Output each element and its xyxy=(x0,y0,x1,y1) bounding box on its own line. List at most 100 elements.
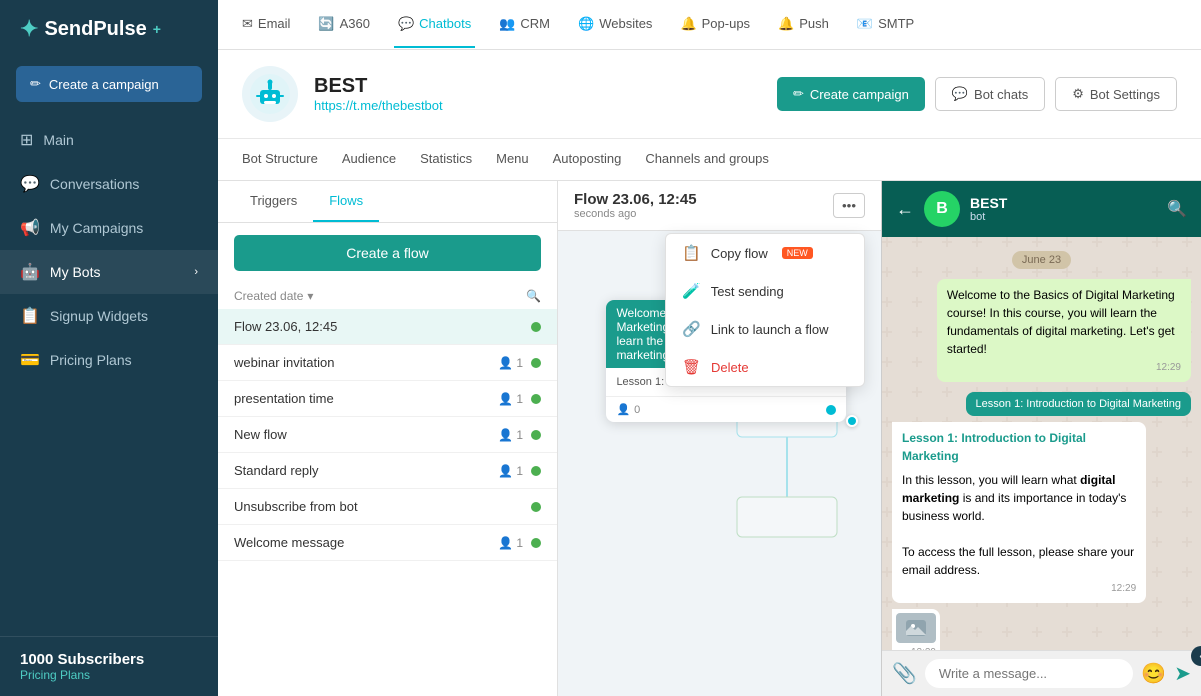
chat-avatar: B xyxy=(924,191,960,227)
message-time: 12:29 xyxy=(947,360,1181,375)
sidebar: ✦ SendPulse + ✏ Create a campaign ⊞ Main… xyxy=(0,0,218,696)
sidebar-item-pricing-plans[interactable]: 💳 Pricing Plans xyxy=(0,338,218,382)
flow-users: 👤 1 xyxy=(498,392,523,406)
sort-date[interactable]: Created date ▾ xyxy=(234,289,313,303)
dropdown-link-launch[interactable]: 🔗 Link to launch a flow xyxy=(666,310,864,348)
tab-flows[interactable]: Flows xyxy=(313,181,379,222)
flow-item[interactable]: New flow 👤 1 xyxy=(218,417,557,453)
flow-preview-title: Flow 23.06, 12:45 xyxy=(574,191,697,208)
status-indicator xyxy=(531,466,541,476)
nav-push[interactable]: 🔔 Push xyxy=(774,2,833,48)
dropdown-menu: 📋 Copy flow NEW 🧪 Test sending 🔗 Link to… xyxy=(665,233,865,387)
nav-email[interactable]: ✉ Email xyxy=(238,2,294,48)
subnav-audience[interactable]: Audience xyxy=(342,139,396,180)
flow-items: Flow 23.06, 12:45 webinar invitation 👤 1… xyxy=(218,309,557,696)
sidebar-item-label: Main xyxy=(43,132,73,148)
attach-icon[interactable]: 📎 xyxy=(892,661,917,686)
flow-item[interactable]: Standard reply 👤 1 xyxy=(218,453,557,489)
create-flow-button[interactable]: Create a flow xyxy=(234,235,541,271)
copy-icon: 📋 xyxy=(682,244,701,262)
flow-item[interactable]: Unsubscribe from bot xyxy=(218,489,557,525)
user-icon: 👤 xyxy=(498,356,513,370)
subnav-menu[interactable]: Menu xyxy=(496,139,529,180)
search-icon[interactable]: 🔍 xyxy=(526,289,541,303)
bot-name: BEST xyxy=(314,75,443,98)
chat-lesson-header: Lesson 1: Introduction to Digital Market… xyxy=(966,392,1191,416)
send-icon[interactable]: ➤ xyxy=(1174,661,1191,686)
flow-item[interactable]: webinar invitation 👤 1 xyxy=(218,345,557,381)
flow-item[interactable]: presentation time 👤 1 xyxy=(218,381,557,417)
delete-icon: 🗑 xyxy=(682,358,701,376)
flow-list-panel: Triggers Flows Create a flow Created dat… xyxy=(218,181,558,696)
subnav-channels[interactable]: Channels and groups xyxy=(645,139,769,180)
message-time: 12:29 xyxy=(902,581,1136,596)
sub-navigation: Bot Structure Audience Statistics Menu A… xyxy=(218,139,1201,181)
smtp-icon: 📧 xyxy=(857,16,873,32)
flow-users: 👤 1 xyxy=(498,356,523,370)
create-icon: ✏ xyxy=(30,76,41,92)
search-icon[interactable]: 🔍 xyxy=(1167,199,1187,219)
create-campaign-button[interactable]: ✏ Create a campaign xyxy=(16,66,202,102)
bot-settings-button[interactable]: ⚙ Bot Settings xyxy=(1055,77,1177,111)
nav-popups[interactable]: 🔔 Pop-ups xyxy=(676,2,754,48)
flow-node-footer: 👤 0 xyxy=(606,396,846,422)
subnav-statistics[interactable]: Statistics xyxy=(420,139,472,180)
sidebar-item-my-bots[interactable]: 🤖 My Bots › xyxy=(0,250,218,294)
bot-chats-button[interactable]: 💬 Bot chats xyxy=(935,77,1045,111)
flow-preview: Flow 23.06, 12:45 seconds ago ••• 📋 Copy… xyxy=(558,181,881,696)
flow-users: 👤 1 xyxy=(498,428,523,442)
main-icon: ⊞ xyxy=(20,130,33,150)
nav-a360[interactable]: 🔄 A360 xyxy=(314,2,374,48)
nav-websites[interactable]: 🌐 Websites xyxy=(574,2,656,48)
message-input[interactable] xyxy=(925,659,1133,688)
crm-icon: 👥 xyxy=(499,16,515,32)
chevron-right-icon: › xyxy=(194,266,198,278)
flow-title-area: Flow 23.06, 12:45 seconds ago xyxy=(574,191,697,220)
status-indicator xyxy=(531,358,541,368)
dropdown-test-sending[interactable]: 🧪 Test sending xyxy=(666,272,864,310)
sidebar-item-label: My Bots xyxy=(50,264,101,280)
chat-message: Welcome to the Basics of Digital Marketi… xyxy=(937,279,1191,382)
sidebar-item-label: Signup Widgets xyxy=(50,308,148,324)
nav-smtp[interactable]: 📧 SMTP xyxy=(853,2,918,48)
flow-item[interactable]: Flow 23.06, 12:45 xyxy=(218,309,557,345)
sidebar-item-main[interactable]: ⊞ Main xyxy=(0,118,218,162)
chat-messages: June 23 Welcome to the Basics of Digital… xyxy=(882,237,1201,650)
sort-icon: ▾ xyxy=(307,289,313,303)
pencil-icon: ✏ xyxy=(793,86,804,102)
send-button[interactable]: 😊 xyxy=(1141,661,1166,686)
subnav-autoposting[interactable]: Autoposting xyxy=(553,139,622,180)
bots-icon: 🤖 xyxy=(20,262,40,282)
plan-link[interactable]: Pricing Plans xyxy=(20,668,198,682)
sidebar-item-signup-widgets[interactable]: 📋 Signup Widgets xyxy=(0,294,218,338)
sidebar-item-my-campaigns[interactable]: 📢 My Campaigns xyxy=(0,206,218,250)
dropdown-delete[interactable]: 🗑 Delete xyxy=(666,348,864,386)
sidebar-item-conversations[interactable]: 💬 Conversations xyxy=(0,162,218,206)
flow-preview-subtitle: seconds ago xyxy=(574,208,697,220)
chat-panel: ← B BEST bot 🔍 June 23 xyxy=(881,181,1201,696)
flow-item[interactable]: Welcome message 👤 1 xyxy=(218,525,557,561)
dropdown-copy-flow[interactable]: 📋 Copy flow NEW xyxy=(666,234,864,272)
bot-header: BEST https://t.me/thebestbot ✏ Create ca… xyxy=(218,50,1201,139)
nav-chatbots[interactable]: 💬 Chatbots xyxy=(394,2,475,48)
nav-crm[interactable]: 👥 CRM xyxy=(495,2,554,48)
create-campaign-button[interactable]: ✏ Create campaign xyxy=(777,77,925,111)
chat-header-actions: 🔍 xyxy=(1167,199,1187,219)
bot-info: BEST https://t.me/thebestbot xyxy=(314,75,443,113)
subnav-bot-structure[interactable]: Bot Structure xyxy=(242,139,318,180)
user-icon: 👤 xyxy=(498,392,513,406)
top-navigation: ✉ Email 🔄 A360 💬 Chatbots 👥 CRM 🌐 Websit… xyxy=(218,0,1201,50)
tab-triggers[interactable]: Triggers xyxy=(234,181,313,222)
user-icon: 👤 xyxy=(498,464,513,478)
flow-menu-button[interactable]: ••• xyxy=(833,193,865,218)
back-arrow-icon[interactable]: ← xyxy=(896,199,914,220)
bot-link[interactable]: https://t.me/thebestbot xyxy=(314,98,443,113)
websites-icon: 🌐 xyxy=(578,16,594,32)
status-indicator xyxy=(531,322,541,332)
chat-bot-name: BEST xyxy=(970,195,1007,211)
flow-tabs: Triggers Flows xyxy=(218,181,557,223)
flow-list-header: Created date ▾ 🔍 xyxy=(218,283,557,309)
image-placeholder xyxy=(896,613,936,643)
user-icon: 👤 xyxy=(498,536,513,550)
chat-message: Lesson 1: Introduction to Digital Market… xyxy=(892,422,1146,603)
